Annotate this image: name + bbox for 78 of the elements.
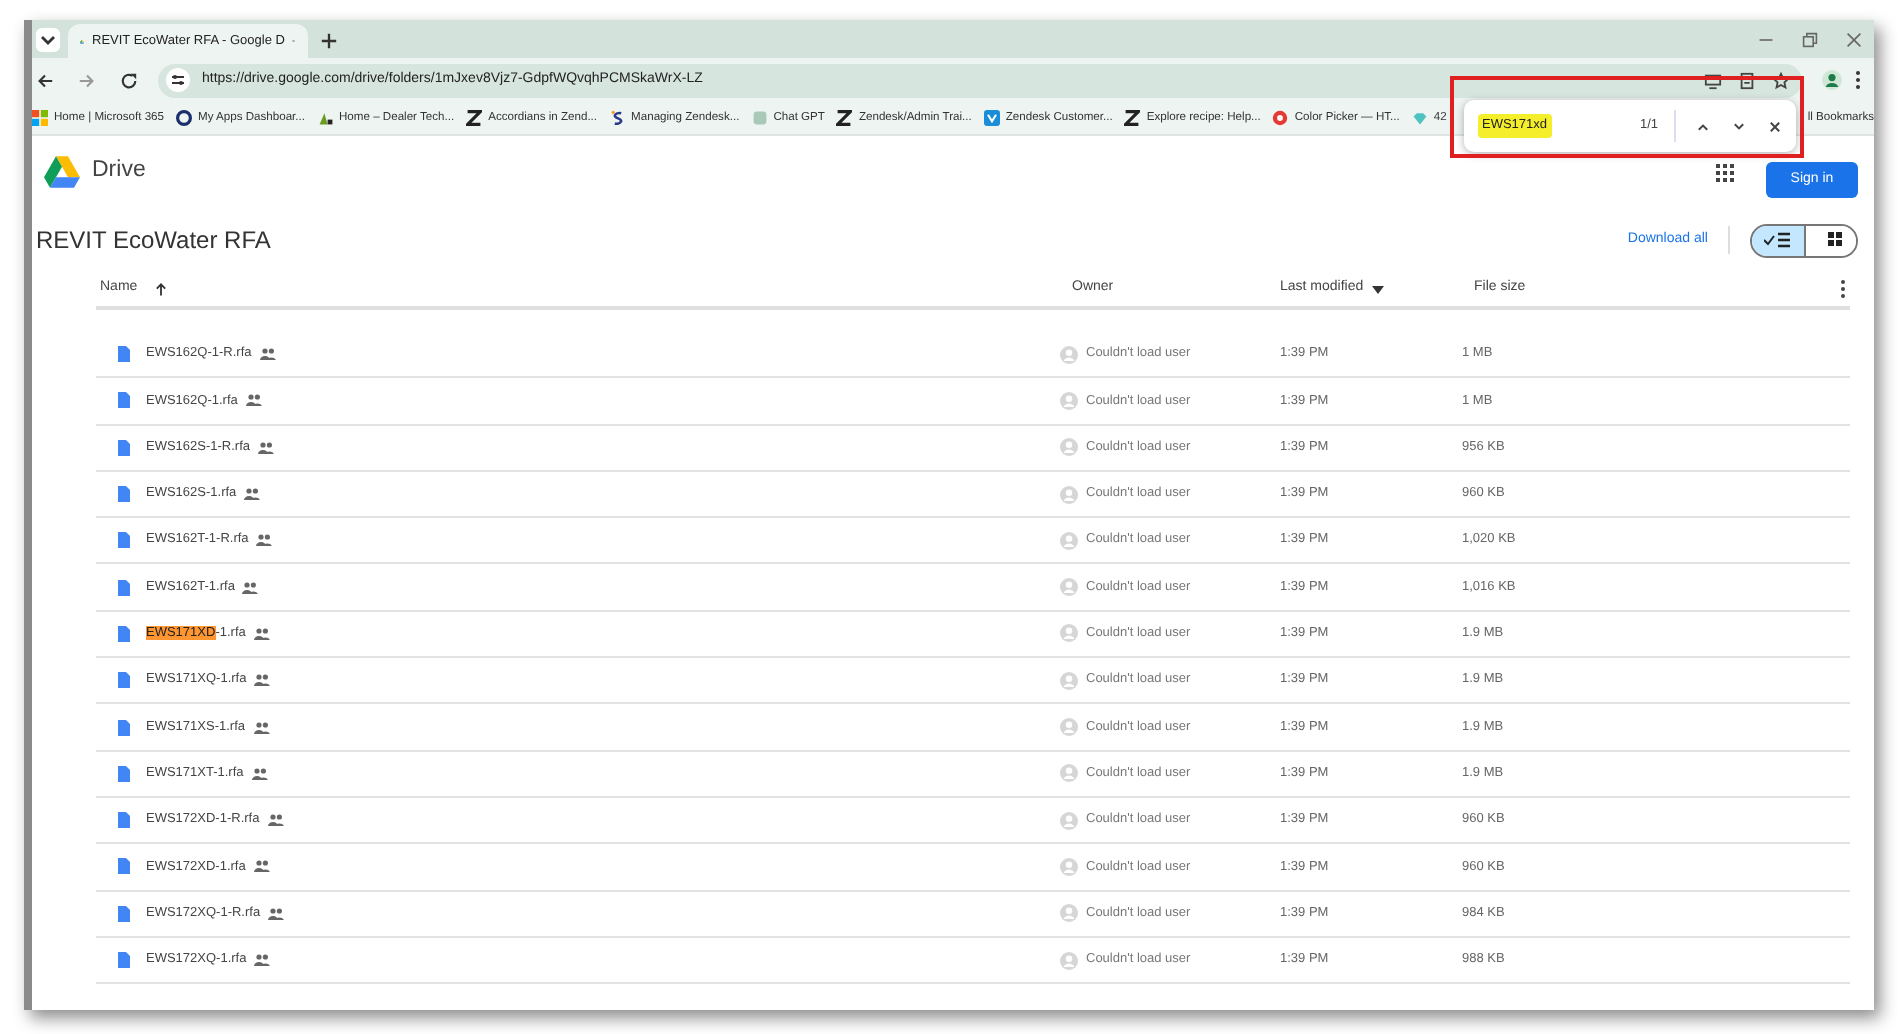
reload-icon[interactable]: [120, 71, 138, 89]
user-avatar-icon: [1060, 485, 1078, 504]
new-tab-icon[interactable]: [320, 32, 338, 50]
more-icon[interactable]: [1840, 280, 1846, 298]
people-icon: [254, 674, 271, 687]
tab-list-icon[interactable]: [36, 28, 60, 52]
document-icon: [118, 812, 130, 829]
zendesk-logo-icon: [1124, 110, 1141, 126]
document-icon: [118, 532, 130, 549]
document-icon: [118, 858, 130, 875]
user-avatar-icon: [1060, 951, 1078, 969]
zendesk-logo-icon: [836, 110, 853, 126]
s-logo-icon: [609, 110, 626, 126]
restore-icon[interactable]: [1802, 31, 1818, 47]
user-avatar-icon: [1060, 904, 1078, 923]
site-settings-icon[interactable]: [166, 68, 190, 92]
people-icon: [245, 394, 262, 407]
square-icon: [751, 110, 768, 126]
user-avatar-icon: [1060, 531, 1078, 550]
caret-icon[interactable]: [1371, 285, 1384, 293]
profile-icon[interactable]: [1822, 70, 1842, 90]
people-icon: [256, 534, 273, 547]
document-icon: [118, 765, 130, 782]
drive-logo-icon[interactable]: [44, 156, 80, 188]
forward-icon[interactable]: [78, 71, 96, 89]
document-icon: [118, 579, 130, 596]
zendesk-logo-icon: [466, 110, 483, 126]
people-icon: [267, 814, 284, 827]
document-icon: [118, 439, 130, 456]
document-icon: [118, 486, 130, 503]
v-logo-icon: [983, 110, 1000, 126]
user-avatar-icon: [1060, 718, 1078, 737]
chevron-up-icon[interactable]: [1696, 119, 1710, 133]
document-icon: [118, 952, 130, 968]
user-avatar-icon: [1060, 811, 1078, 830]
user-avatar-icon: [1060, 391, 1078, 410]
folder-title: REVIT EcoWater RFA: [36, 224, 271, 258]
monitor-icon[interactable]: [1704, 71, 1722, 89]
people-icon: [254, 954, 271, 966]
people-icon: [242, 581, 259, 594]
ring-icon: [176, 110, 192, 126]
document-icon: [118, 392, 130, 409]
apps-grid-icon[interactable]: [1716, 163, 1734, 181]
people-icon: [268, 907, 285, 920]
list-icon: [1764, 230, 1792, 250]
back-icon[interactable]: [36, 71, 54, 89]
people-icon: [253, 721, 269, 734]
chevron-down-icon[interactable]: [1732, 119, 1746, 133]
leaf-icon: [317, 110, 333, 126]
document-icon: [118, 905, 130, 922]
view-toggle[interactable]: [1750, 223, 1858, 257]
people-icon: [251, 767, 268, 780]
people-icon: [258, 441, 275, 454]
people-icon: [253, 860, 270, 873]
user-avatar-icon: [1060, 624, 1078, 643]
user-avatar-icon: [1060, 578, 1078, 597]
user-avatar-icon: [1060, 671, 1078, 690]
document-icon: [118, 672, 130, 689]
document-icon[interactable]: [1738, 71, 1756, 89]
sort-up-icon[interactable]: [153, 281, 168, 297]
gem-icon: [1411, 110, 1428, 126]
document-icon: [118, 346, 130, 363]
people-icon: [253, 627, 270, 640]
user-avatar-icon: [1060, 345, 1078, 364]
user-avatar-icon: [1060, 764, 1078, 783]
more-icon[interactable]: [1854, 70, 1862, 90]
star-icon[interactable]: [1772, 71, 1790, 89]
document-icon: [118, 625, 130, 642]
list-view-button[interactable]: [1752, 225, 1804, 255]
target-icon: [1272, 110, 1289, 126]
user-avatar-icon: [1060, 857, 1078, 876]
app-name: Drive: [92, 156, 146, 187]
windows-logo-icon: [32, 110, 48, 126]
grid-view-button[interactable]: [1804, 225, 1856, 255]
document-icon: [118, 719, 130, 736]
people-icon: [259, 348, 276, 361]
people-icon: [244, 488, 261, 501]
user-avatar-icon: [1060, 438, 1078, 457]
